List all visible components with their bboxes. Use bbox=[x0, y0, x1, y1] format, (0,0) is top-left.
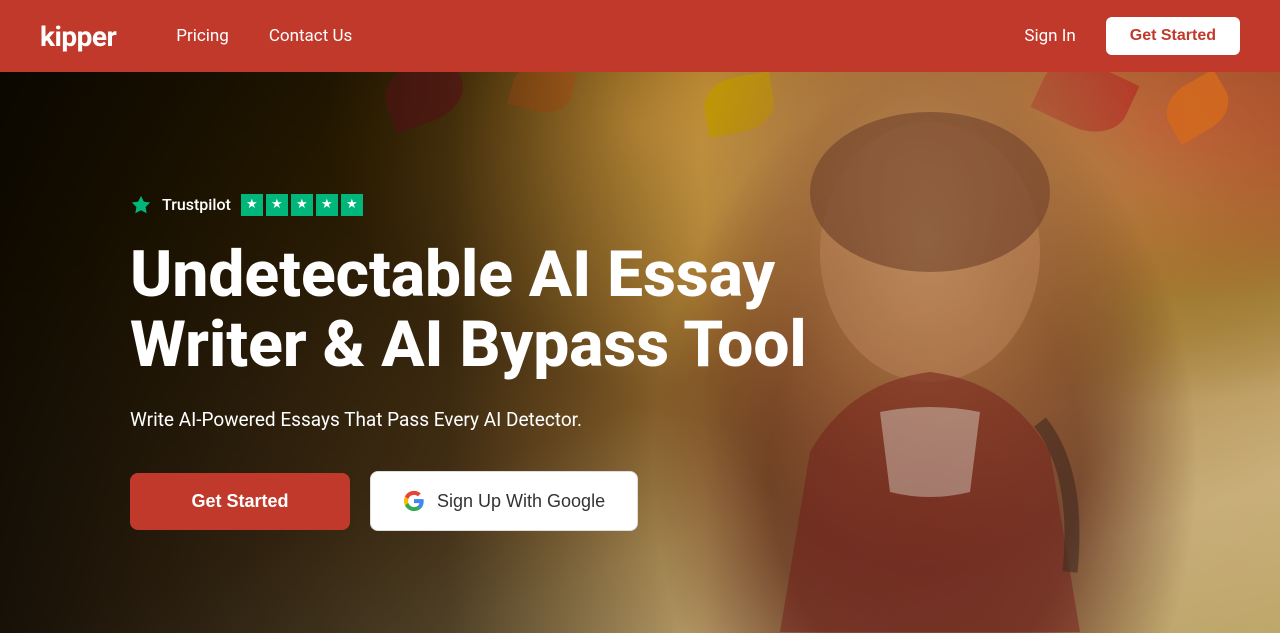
star-1: ★ bbox=[241, 194, 263, 216]
nav-right: Sign In Get Started bbox=[1024, 17, 1240, 55]
trustpilot-logo-icon bbox=[130, 194, 152, 216]
google-button-label: Sign Up With Google bbox=[437, 491, 605, 512]
hero-subtext: Write AI-Powered Essays That Pass Every … bbox=[130, 408, 710, 431]
get-started-nav-button[interactable]: Get Started bbox=[1106, 17, 1240, 55]
trustpilot-label: Trustpilot bbox=[162, 195, 231, 214]
trustpilot-stars: ★ ★ ★ ★ ★ bbox=[241, 194, 363, 216]
hero-heading: Undetectable AI Essay Writer & AI Bypass… bbox=[130, 240, 830, 381]
nav-contact[interactable]: Contact Us bbox=[269, 26, 352, 46]
hero-buttons: Get Started Sign Up With Google bbox=[130, 471, 1280, 531]
star-3: ★ bbox=[291, 194, 313, 216]
sign-in-link[interactable]: Sign In bbox=[1024, 26, 1075, 46]
star-2: ★ bbox=[266, 194, 288, 216]
hero-section: Trustpilot ★ ★ ★ ★ ★ Undetectable AI Ess… bbox=[0, 72, 1280, 633]
nav-pricing[interactable]: Pricing bbox=[176, 26, 229, 46]
trustpilot-badge: Trustpilot ★ ★ ★ ★ ★ bbox=[130, 194, 1280, 216]
brand-logo[interactable]: kipper bbox=[40, 20, 116, 53]
star-5: ★ bbox=[341, 194, 363, 216]
get-started-hero-button[interactable]: Get Started bbox=[130, 473, 350, 530]
google-icon bbox=[403, 490, 425, 512]
hero-content: Trustpilot ★ ★ ★ ★ ★ Undetectable AI Ess… bbox=[0, 72, 1280, 633]
star-4: ★ bbox=[316, 194, 338, 216]
sign-up-google-button[interactable]: Sign Up With Google bbox=[370, 471, 638, 531]
nav-links: Pricing Contact Us bbox=[176, 26, 1024, 46]
navbar: kipper Pricing Contact Us Sign In Get St… bbox=[0, 0, 1280, 72]
